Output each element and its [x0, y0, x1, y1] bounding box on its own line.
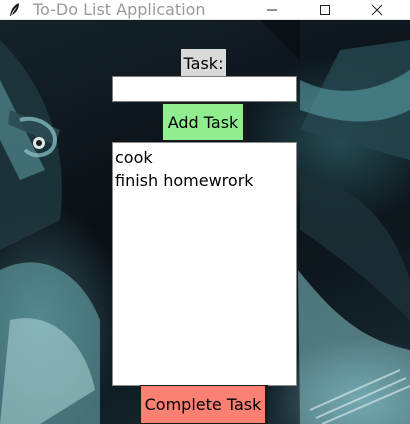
minimize-icon	[266, 1, 278, 20]
maximize-button[interactable]	[302, 0, 348, 20]
complete-task-button[interactable]: Complete Task	[140, 385, 268, 424]
window-title: To-Do List Application	[33, 0, 206, 19]
minimize-button[interactable]	[249, 0, 295, 20]
maximize-icon	[319, 1, 331, 20]
window-content: Task: Add Task cook finish homewrork Com…	[0, 20, 410, 424]
task-label: Task:	[181, 49, 226, 77]
close-icon	[371, 1, 383, 20]
task-input[interactable]	[112, 76, 297, 102]
list-item[interactable]: finish homewrork	[115, 169, 294, 192]
add-task-button[interactable]: Add Task	[162, 103, 246, 141]
close-button[interactable]	[354, 0, 400, 20]
task-listbox[interactable]: cook finish homewrork	[112, 142, 297, 386]
list-item[interactable]: cook	[115, 146, 294, 169]
title-bar: To-Do List Application	[0, 0, 410, 20]
feather-icon	[8, 2, 22, 18]
